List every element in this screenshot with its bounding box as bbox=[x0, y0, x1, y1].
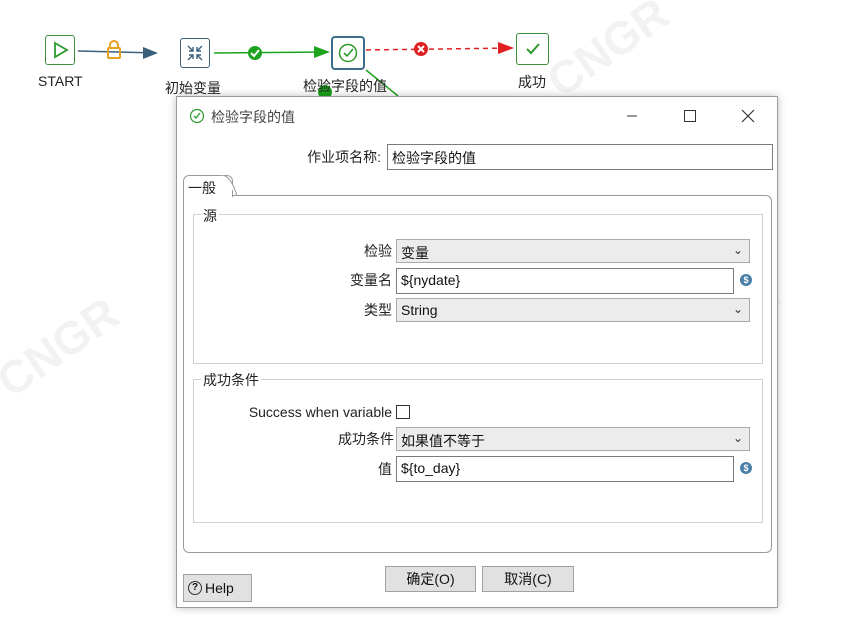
workflow-node-label: 成功 bbox=[518, 74, 546, 90]
shrink-arrows-icon bbox=[187, 45, 203, 61]
minimize-button[interactable] bbox=[603, 97, 661, 135]
success-condition-label: 成功条件 bbox=[338, 431, 394, 447]
ok-hop-icon bbox=[248, 46, 262, 60]
play-icon bbox=[54, 41, 69, 59]
success-condition-group-title: 成功条件 bbox=[201, 370, 261, 390]
workflow-node-check[interactable] bbox=[331, 36, 365, 70]
workflow-node-init[interactable] bbox=[180, 38, 210, 68]
checkmark-icon bbox=[525, 43, 540, 55]
success-when-variable-label: Success when variable bbox=[248, 404, 392, 420]
workflow-node-label: 初始变量 bbox=[165, 80, 221, 96]
job-name-input[interactable]: 检验字段的值 bbox=[387, 144, 773, 170]
ok-button[interactable]: 确定(O) bbox=[385, 566, 476, 592]
variable-insert-icon[interactable]: $ bbox=[740, 462, 752, 474]
cancel-button[interactable]: 取消(C) bbox=[482, 566, 574, 592]
success-condition-group bbox=[193, 379, 763, 523]
dialog-titlebar[interactable]: 检验字段的值 bbox=[177, 97, 777, 135]
job-name-label: 作业项名称: bbox=[307, 149, 381, 165]
source-group-title: 源 bbox=[201, 206, 219, 226]
check-source-select[interactable]: 变量 ⌄ bbox=[396, 239, 750, 263]
workflow-hops bbox=[77, 40, 514, 99]
variable-insert-icon[interactable]: $ bbox=[740, 274, 752, 286]
dialog-title: 检验字段的值 bbox=[211, 109, 295, 125]
variable-name-input[interactable]: ${nydate} bbox=[396, 268, 734, 294]
success-condition-select[interactable]: 如果值不等于 ⌄ bbox=[396, 427, 750, 451]
type-label: 类型 bbox=[364, 302, 392, 318]
general-tab-panel: 源 检验 变量 ⌄ 变量名 ${nydate} $ 类型 String ⌄ 成功… bbox=[183, 195, 772, 553]
watermark: CNGR bbox=[0, 286, 129, 408]
workflow-node-label: START bbox=[38, 73, 83, 89]
success-when-variable-checkbox[interactable] bbox=[396, 405, 410, 419]
variable-name-label: 变量名 bbox=[350, 272, 392, 288]
value-label: 值 bbox=[378, 461, 392, 477]
minimize-icon bbox=[627, 115, 637, 117]
chevron-down-icon: ⌄ bbox=[732, 302, 743, 316]
workflow-node-label: 检验字段的值 bbox=[303, 78, 387, 94]
lock-icon bbox=[107, 40, 121, 59]
check-field-value-dialog: 检验字段的值 作业项名称: 检验字段的值 一般 源 检验 变量 ⌄ 变量名 ${… bbox=[176, 96, 778, 608]
help-button[interactable]: ? Help bbox=[183, 574, 252, 602]
maximize-button[interactable] bbox=[661, 97, 719, 135]
help-icon: ? bbox=[188, 581, 202, 595]
workflow-node-success[interactable] bbox=[516, 33, 549, 65]
help-button-label: Help bbox=[205, 580, 234, 596]
workflow-node-start[interactable] bbox=[45, 35, 75, 65]
type-select[interactable]: String ⌄ bbox=[396, 298, 750, 322]
success-condition-value: 如果值不等于 bbox=[401, 433, 485, 449]
check-label: 检验 bbox=[364, 243, 392, 259]
chevron-down-icon: ⌄ bbox=[732, 431, 743, 445]
check-circle-icon bbox=[338, 43, 358, 63]
check-circle-icon bbox=[189, 108, 205, 124]
chevron-down-icon: ⌄ bbox=[732, 243, 743, 257]
close-icon bbox=[741, 109, 755, 123]
close-button[interactable] bbox=[719, 97, 777, 135]
value-input[interactable]: ${to_day} bbox=[396, 456, 734, 482]
check-source-value: 变量 bbox=[401, 245, 429, 261]
maximize-icon bbox=[684, 110, 696, 122]
type-value: String bbox=[401, 302, 438, 318]
